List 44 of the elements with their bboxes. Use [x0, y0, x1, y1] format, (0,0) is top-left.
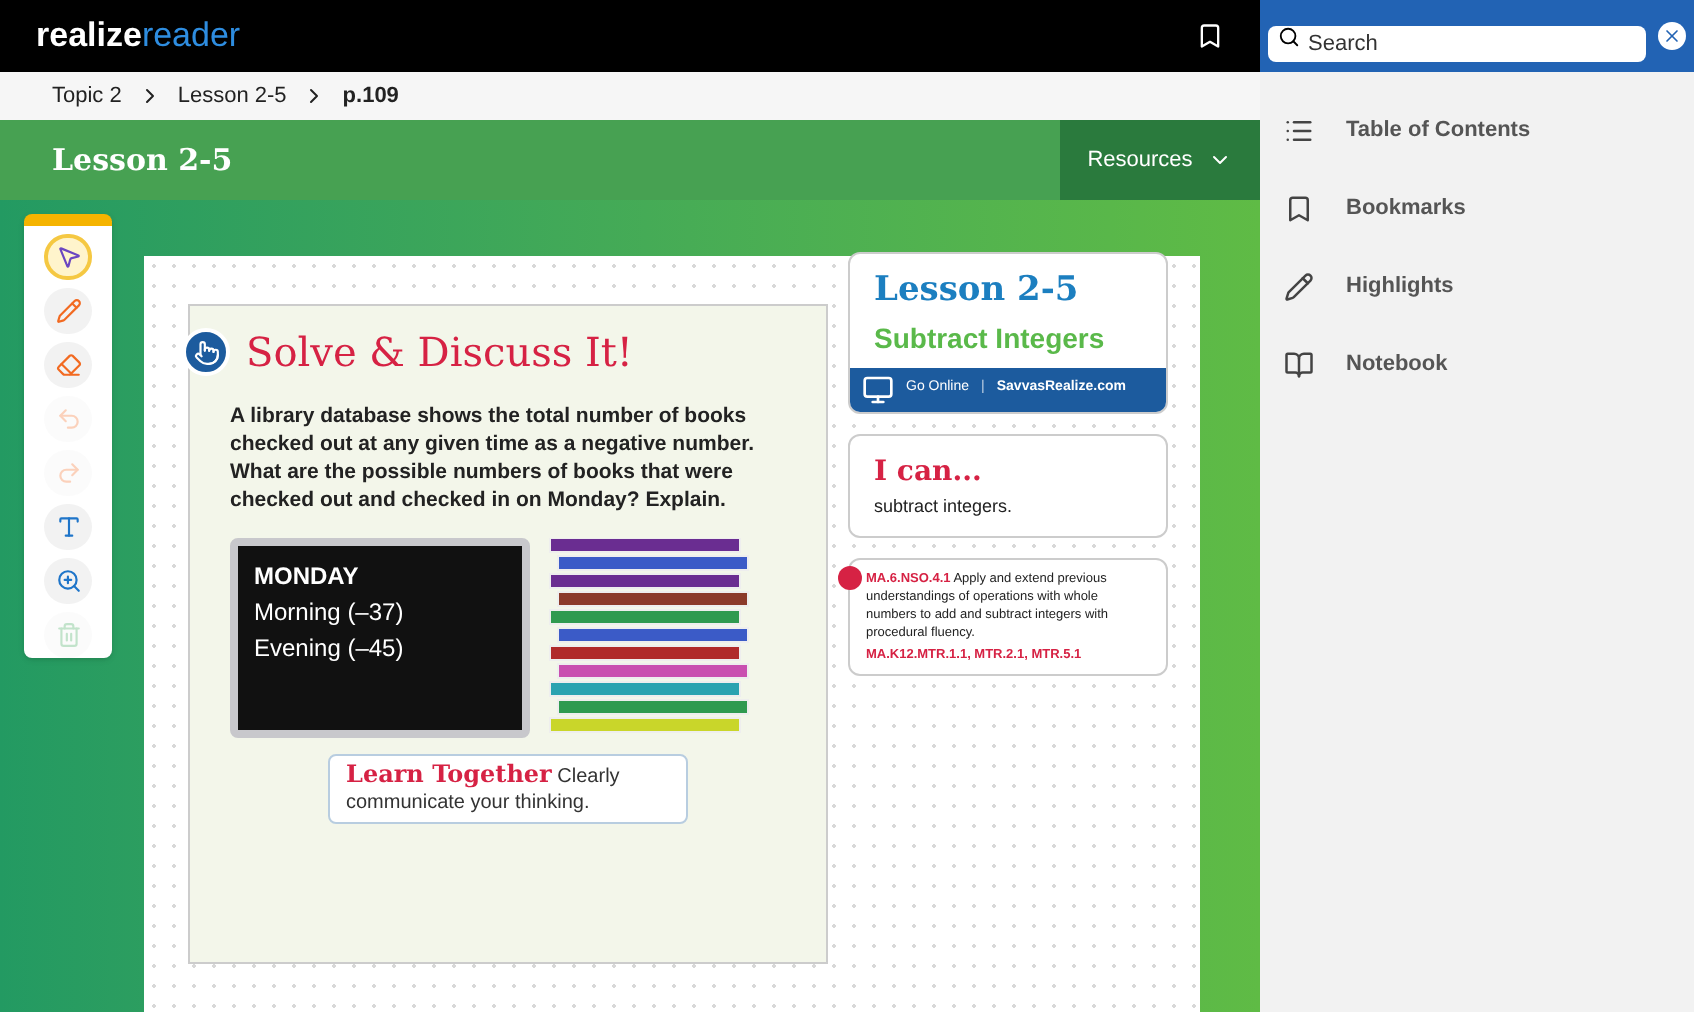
i-can-text: subtract integers.: [874, 493, 1015, 520]
redo-icon: [55, 460, 81, 487]
laptop-icon: [862, 373, 894, 405]
text-icon: [55, 514, 81, 541]
notebook-icon: [1284, 350, 1314, 380]
breadcrumb-link[interactable]: Lesson 2-5: [177, 79, 287, 113]
eraser-tool-button[interactable]: [44, 342, 92, 389]
text-tool-button[interactable]: [44, 504, 92, 551]
undo-icon: [55, 406, 81, 433]
pencil-icon: [55, 298, 81, 325]
screen-text: MONDAY: [254, 560, 361, 594]
close-icon[interactable]: [1658, 22, 1686, 50]
panel-menu-item[interactable]: Table of Contents: [1260, 92, 1694, 170]
bookmark-icon[interactable]: [1196, 22, 1224, 50]
screen-text: Evening (–45): [254, 632, 406, 666]
activity-heading: Solve & Discuss It!: [246, 326, 633, 380]
select-tool-button[interactable]: [44, 234, 92, 281]
screen-text: Morning (–37): [254, 596, 406, 630]
trash-icon: [55, 622, 81, 649]
panel-menu-item[interactable]: Notebook: [1260, 326, 1694, 404]
panel-menu-item[interactable]: Highlights: [1260, 248, 1694, 326]
breadcrumb-link[interactable]: p.109: [342, 79, 399, 113]
pointer-icon: [55, 244, 81, 271]
lesson-name: Subtract Integers: [874, 319, 1107, 358]
pen-tool-button[interactable]: [44, 288, 92, 335]
lesson-title: Lesson 2-5: [52, 139, 233, 182]
problem-text: A library database shows the total number of books checked out at any given time as a negative number. What are the possible numbers of books that were checked out and checked in on Monday? Explain.: [230, 402, 757, 514]
list-icon: [1284, 116, 1314, 146]
search-field[interactable]: Search: [1268, 26, 1647, 62]
resources-button[interactable]: Resources: [1060, 120, 1260, 200]
breadcrumb-link[interactable]: Topic 2: [52, 79, 122, 113]
bookmark-icon: [1284, 194, 1314, 224]
learn-together-box: Learn Together Clearly communicate your thinking.: [328, 754, 688, 824]
i-can-title: I can...: [874, 453, 984, 491]
search-icon: [1278, 26, 1300, 48]
app-logo: realizereader: [36, 14, 241, 59]
panel-menu-item[interactable]: Bookmarks: [1260, 170, 1694, 248]
eraser-icon: [55, 352, 81, 379]
lesson-number: Lesson 2-5: [874, 268, 1081, 314]
zoom-icon: [55, 568, 81, 595]
hand-pointer-icon: [182, 328, 230, 376]
zoom-tool-button[interactable]: [44, 558, 92, 605]
marker-icon: [1284, 272, 1314, 302]
state-badge-icon: [838, 566, 862, 590]
